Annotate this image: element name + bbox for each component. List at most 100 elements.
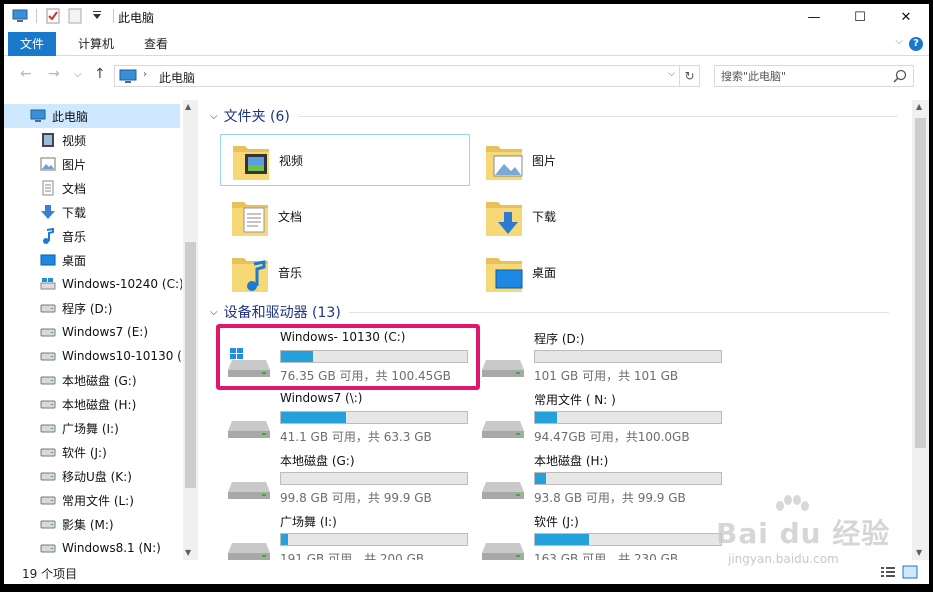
nav-item[interactable]: 视频 <box>4 128 180 152</box>
refresh-button[interactable]: ↻ <box>680 65 700 87</box>
computer-icon[interactable] <box>12 8 28 24</box>
nav-item-label: Windows-10240 (C:) <box>62 277 182 291</box>
drive-usage-bar <box>280 472 468 485</box>
drive-space: 163 GB 可用，共 230 GB <box>534 552 679 560</box>
drive-item[interactable]: Windows7 (\:) 41.1 GB 可用，共 63.3 GB <box>220 389 470 447</box>
nav-item[interactable]: 程序 (D:) <box>4 296 180 320</box>
folder-item[interactable]: 音乐 <box>220 246 470 298</box>
search-box[interactable] <box>714 65 914 87</box>
folder-item[interactable]: 桌面 <box>474 246 724 298</box>
drive-item[interactable]: 程序 (D:) 101 GB 可用，共 101 GB <box>474 328 724 386</box>
nav-item-label: Windows7 (E:) <box>62 325 149 339</box>
drive-space: 101 GB 可用，共 101 GB <box>534 369 679 383</box>
drive-icon <box>40 420 56 436</box>
nav-item[interactable]: Windows10-10130 (F <box>4 344 182 368</box>
nav-item[interactable]: 影集 (M:) <box>4 512 180 536</box>
tab-file[interactable]: 文件 <box>8 32 57 56</box>
large-icons-view-icon[interactable] <box>902 565 918 579</box>
drive-icon <box>40 396 56 412</box>
nav-item[interactable]: 音乐 <box>4 224 180 248</box>
nav-item[interactable]: 本地磁盘 (H:) <box>4 392 180 416</box>
nav-item[interactable]: 本地磁盘 (G:) <box>4 368 180 392</box>
breadcrumb[interactable]: 此电脑 <box>159 69 195 86</box>
tab-computer[interactable]: 计算机 <box>66 32 126 56</box>
nav-item[interactable]: 此电脑 <box>4 104 180 128</box>
toolbar-divider <box>113 9 114 23</box>
breadcrumb-separator-icon[interactable]: › <box>143 69 147 80</box>
drive-space: 191 GB 可用，共 200 GB <box>280 552 425 560</box>
windows-drive-icon <box>40 276 56 292</box>
drive-item[interactable]: 常用文件 ( N: ) 94.47GB 可用，共100.0GB <box>474 389 724 447</box>
tab-view[interactable]: 查看 <box>132 32 180 56</box>
drive-icon <box>228 470 272 500</box>
nav-item-label: 桌面 <box>62 253 87 268</box>
close-button[interactable]: ✕ <box>883 4 929 30</box>
group-header-drives[interactable]: ⌵ 设备和驱动器 (13) <box>210 302 889 322</box>
customize-qat-icon[interactable] <box>89 8 105 24</box>
nav-item[interactable]: 桌面 <box>4 248 180 272</box>
drive-name: 广场舞 (I:) <box>280 515 337 529</box>
nav-item[interactable]: 文档 <box>4 176 180 200</box>
group-header-folders[interactable]: ⌵ 文件夹 (6) <box>210 106 898 126</box>
download-folder-icon <box>484 194 524 238</box>
chevron-down-icon[interactable]: ⌵ <box>210 111 218 122</box>
folder-item[interactable]: 下载 <box>474 190 724 242</box>
item-count: 19 个项目 <box>22 567 78 581</box>
nav-item[interactable]: Windows8.1 (N:) <box>4 536 180 560</box>
new-folder-icon[interactable] <box>67 8 83 24</box>
nav-item[interactable]: Windows-10240 (C:) <box>4 272 182 296</box>
chevron-down-icon[interactable]: ⌵ <box>210 307 218 318</box>
forward-arrow-icon[interactable]: → <box>48 66 60 82</box>
drive-usage-bar <box>534 350 722 363</box>
folder-item[interactable]: 文档 <box>220 190 470 242</box>
nav-item[interactable]: 图片 <box>4 152 180 176</box>
chevron-down-icon[interactable]: ⌵ <box>668 69 675 79</box>
nav-pane-scrollbar[interactable]: ▲ ▼ <box>183 100 198 560</box>
nav-item[interactable]: 软件 (J:) <box>4 440 180 464</box>
folder-item[interactable]: 视频 <box>220 134 470 186</box>
search-icon[interactable] <box>893 69 907 86</box>
nav-item[interactable]: 广场舞 (I:) <box>4 416 180 440</box>
drive-icon <box>40 372 56 388</box>
properties-icon[interactable] <box>45 8 61 24</box>
scroll-up-icon[interactable]: ▲ <box>916 102 922 111</box>
maximize-button[interactable]: ☐ <box>837 4 883 30</box>
nav-item[interactable]: 下载 <box>4 200 180 224</box>
scroll-down-icon[interactable]: ▼ <box>185 548 191 557</box>
folder-item[interactable]: 图片 <box>474 134 724 186</box>
help-icon[interactable]: ? <box>909 37 923 51</box>
drive-item[interactable]: 软件 (J:) 163 GB 可用，共 230 GB <box>474 511 724 560</box>
drive-icon <box>40 348 56 364</box>
drive-icon <box>482 348 526 378</box>
drive-item[interactable]: 本地磁盘 (G:) 99.8 GB 可用，共 99.9 GB <box>220 450 470 508</box>
scrollbar-thumb[interactable] <box>185 242 196 488</box>
drive-usage-fill <box>535 473 546 484</box>
expand-ribbon-icon[interactable]: ⌵ <box>895 36 903 47</box>
recent-locations-icon[interactable]: ⌵ <box>74 69 82 80</box>
scroll-down-icon[interactable]: ▼ <box>916 548 922 557</box>
details-view-icon[interactable] <box>880 565 896 579</box>
drive-icon <box>40 324 56 340</box>
content-scrollbar[interactable]: ▲ ▼ <box>912 100 929 560</box>
back-arrow-icon[interactable]: ← <box>20 66 32 82</box>
scroll-up-icon[interactable]: ▲ <box>185 102 191 111</box>
address-bar[interactable]: › 此电脑 ⌵ <box>114 65 680 87</box>
download-icon <box>40 204 56 220</box>
drive-item[interactable]: 本地磁盘 (H:) 93.8 GB 可用，共 99.9 GB <box>474 450 724 508</box>
search-input[interactable] <box>715 66 885 86</box>
minimize-button[interactable]: — <box>791 4 837 30</box>
drive-usage-fill <box>281 534 288 545</box>
nav-item[interactable]: 常用文件 (L:) <box>4 488 180 512</box>
drive-icon <box>482 409 526 439</box>
nav-item[interactable]: Windows7 (E:) <box>4 320 180 344</box>
drive-icon <box>228 531 272 560</box>
scrollbar-thumb[interactable] <box>915 118 926 448</box>
video-icon <box>40 132 56 148</box>
drive-space: 99.8 GB 可用，共 99.9 GB <box>280 491 432 505</box>
drive-usage-fill <box>281 412 346 423</box>
up-arrow-icon[interactable]: ↑ <box>94 66 106 82</box>
nav-item[interactable]: 移动U盘 (K:) <box>4 464 180 488</box>
drive-item[interactable]: 广场舞 (I:) 191 GB 可用，共 200 GB <box>220 511 470 560</box>
folder-label: 下载 <box>532 209 557 224</box>
nav-item-label: 软件 (J:) <box>62 445 107 460</box>
